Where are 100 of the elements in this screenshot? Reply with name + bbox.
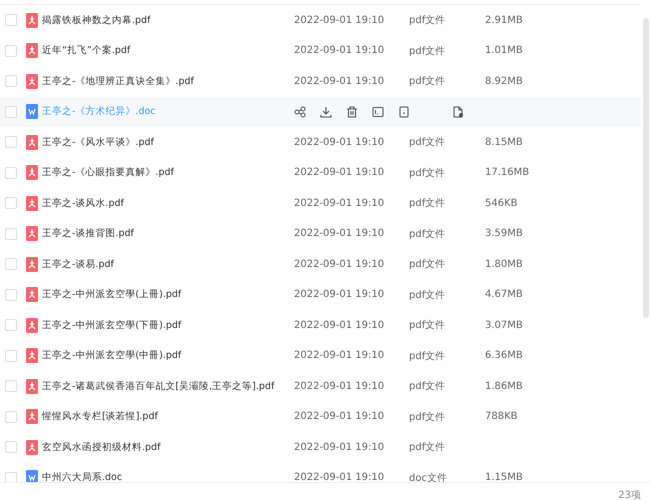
checkbox[interactable] <box>5 288 17 301</box>
modified-date: 2022-09-01 19:10 <box>294 442 386 453</box>
modified-date: 2022-09-01 19:10 <box>294 167 386 178</box>
file-name[interactable]: 王亭之-谈易.pdf <box>42 258 294 271</box>
file-row[interactable]: 王亭之-谈风水.pdf 2022-09-01 19:10 pdf文件 546KB <box>0 188 641 218</box>
file-type: pdf文件 <box>409 166 446 180</box>
pdf-file-icon <box>26 256 38 272</box>
pdf-file-icon <box>26 287 38 302</box>
modified-date: 2022-09-01 19:10 <box>294 289 386 300</box>
checkbox[interactable] <box>5 441 17 454</box>
file-name[interactable]: 王亭之-《地理辨正真诀全集》.pdf <box>42 74 294 88</box>
pdf-file-icon <box>26 12 38 28</box>
modified-date: 2022-09-01 19:10 <box>294 258 386 270</box>
checkbox[interactable] <box>5 380 17 392</box>
file-row[interactable]: 惺惺风水专栏[谈若惺].pdf 2022-09-01 19:10 pdf文件 788KB <box>0 402 641 432</box>
file-name[interactable]: 王亭之-谈推背图.pdf <box>42 227 294 240</box>
file-type: pdf文件 <box>409 258 446 272</box>
file-type: pdf文件 <box>409 136 446 150</box>
file-type: pdf文件 <box>409 14 446 28</box>
file-size: 8.15MB <box>485 136 524 148</box>
pdf-file-icon <box>26 440 38 455</box>
download-icon[interactable] <box>320 106 332 118</box>
file-name[interactable]: 王亭之-谈风水.pdf <box>42 196 294 210</box>
scrollbar-thumb[interactable] <box>643 18 649 318</box>
checkbox[interactable] <box>5 166 17 179</box>
file-row[interactable]: 中州六大局系.doc 2022-09-01 19:10 doc文件 1.15MB <box>0 462 641 482</box>
checkbox[interactable] <box>5 319 17 332</box>
checkbox[interactable] <box>5 136 17 148</box>
file-name[interactable]: 王亭之-中州派玄空學(中冊).pdf <box>42 349 294 362</box>
file-type: pdf文件 <box>409 410 446 424</box>
file-info-icon[interactable] <box>452 106 464 118</box>
pdf-file-icon <box>26 378 38 394</box>
file-type: pdf文件 <box>409 288 446 302</box>
modified-date: 2022-09-01 19:10 <box>294 76 386 87</box>
file-name[interactable]: 王亭之-诸葛武侯香港百年乩文[吴灞陵,王亭之等].pdf <box>42 380 294 393</box>
checkbox[interactable] <box>5 228 17 240</box>
checkbox[interactable] <box>5 472 17 482</box>
modified-date: 2022-09-01 19:10 <box>294 320 386 331</box>
word-file-icon <box>26 104 38 120</box>
file-row[interactable]: 揭露铁板神数之内幕.pdf 2022-09-01 19:10 pdf文件 2.91MB <box>0 5 641 36</box>
file-name[interactable]: 近年“扎飞”个案.pdf <box>42 44 294 58</box>
file-name[interactable]: 玄空风水函授初级材料.pdf <box>42 440 294 454</box>
checkbox[interactable] <box>5 350 17 362</box>
file-row[interactable]: 王亭之-谈易.pdf 2022-09-01 19:10 pdf文件 1.80MB <box>0 249 641 280</box>
file-size: 1.86MB <box>485 380 524 392</box>
file-row[interactable]: 王亭之-中州派玄空學(上冊).pdf 2022-09-01 19:10 pdf文件 4.67MB <box>0 280 641 310</box>
file-type: pdf文件 <box>409 228 446 241</box>
file-row[interactable]: 王亭之-《风水平谈》.pdf 2022-09-01 19:10 pdf文件 8.15MB <box>0 127 641 158</box>
checkbox[interactable] <box>5 106 17 118</box>
file-row[interactable]: 王亭之-《心眼指要真解》.pdf 2022-09-01 19:10 pdf文件 17.16MB <box>0 158 641 188</box>
modified-date: 2022-09-01 19:10 <box>294 380 386 392</box>
pdf-file-icon <box>26 43 38 58</box>
modified-date: 2022-09-01 19:10 <box>294 136 386 148</box>
file-row[interactable]: 王亭之-中州派玄空學(中冊).pdf 2022-09-01 19:10 pdf文件 6.36MB <box>0 340 641 371</box>
file-name[interactable]: 王亭之-《风水平谈》.pdf <box>42 136 294 149</box>
file-row[interactable]: 近年“扎飞”个案.pdf 2022-09-01 19:10 pdf文件 1.01MB <box>0 36 641 66</box>
file-type: pdf文件 <box>409 350 446 363</box>
file-row[interactable]: 王亭之-谈推背图.pdf 2022-09-01 19:10 pdf文件 3.59MB <box>0 218 641 249</box>
file-size: 788KB <box>485 411 519 422</box>
file-row[interactable]: 玄空风水函授初级材料.pdf 2022-09-01 19:10 pdf文件 <box>0 432 641 462</box>
file-size: 2.91MB <box>485 14 524 26</box>
file-name[interactable]: 王亭之-中州派玄空學(上冊).pdf <box>42 288 294 302</box>
item-count: 23项 <box>618 489 641 500</box>
pdf-file-icon <box>26 348 38 364</box>
pdf-file-icon <box>26 409 38 424</box>
pdf-file-icon <box>26 165 38 180</box>
file-name[interactable]: 王亭之-《心眼指要真解》.pdf <box>42 166 294 180</box>
file-row[interactable]: 王亭之-诸葛武侯香港百年乩文[吴灞陵,王亭之等].pdf 2022-09-01 19:10 pdf文件 1.86MB <box>0 371 641 402</box>
checkbox[interactable] <box>5 14 17 26</box>
file-type: pdf文件 <box>409 318 446 332</box>
file-type: pdf文件 <box>409 196 446 210</box>
file-size: 1.15MB <box>485 472 524 482</box>
share-icon[interactable] <box>294 106 306 118</box>
checkbox[interactable] <box>5 410 17 423</box>
pdf-file-icon <box>26 318 38 333</box>
modified-date: 2022-09-01 19:10 <box>294 45 386 56</box>
file-row[interactable]: 王亭之-中州派玄空學(下冊).pdf 2022-09-01 19:10 pdf文件 3.07MB <box>0 310 641 340</box>
modified-date: 2022-09-01 19:10 <box>294 411 386 422</box>
checkbox[interactable] <box>5 44 17 57</box>
pdf-file-icon <box>26 74 38 89</box>
file-name[interactable]: 中州六大局系.doc <box>42 471 294 482</box>
pdf-file-icon <box>26 226 38 242</box>
modified-date: 2022-09-01 19:10 <box>294 472 386 482</box>
file-size: 3.07MB <box>485 320 524 331</box>
file-type: doc文件 <box>409 472 448 482</box>
modified-date: 2022-09-01 19:10 <box>294 228 386 240</box>
file-type: pdf文件 <box>409 380 446 394</box>
delete-icon[interactable] <box>346 106 358 118</box>
file-name[interactable]: 王亭之-中州派玄空學(下冊).pdf <box>42 318 294 332</box>
checkbox[interactable] <box>5 258 17 270</box>
modified-date: 2022-09-01 19:10 <box>294 350 386 362</box>
checkbox[interactable] <box>5 197 17 210</box>
file-row[interactable]: 王亭之-《地理辨正真诀全集》.pdf 2022-09-01 19:10 pdf文件 8.92MB <box>0 66 641 96</box>
file-name[interactable]: 惺惺风水专栏[谈若惺].pdf <box>42 410 294 424</box>
file-size: 546KB <box>485 198 519 209</box>
file-type: pdf文件 <box>409 440 446 454</box>
checkbox[interactable] <box>5 75 17 88</box>
file-type: pdf文件 <box>409 44 446 58</box>
file-name[interactable]: 揭露铁板神数之内幕.pdf <box>42 14 294 27</box>
word-file-icon <box>26 470 38 482</box>
